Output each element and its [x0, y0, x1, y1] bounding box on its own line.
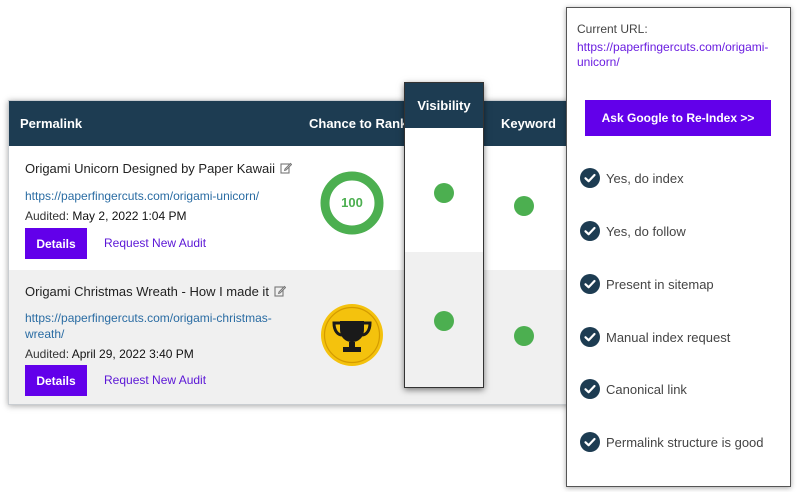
audited-info: Audited: May 2, 2022 1:04 PM: [25, 209, 186, 223]
visibility-status-dot: [434, 311, 454, 331]
check-circle-icon: [580, 379, 600, 399]
check-circle-icon: [580, 432, 600, 452]
audited-label: Audited:: [25, 347, 70, 361]
check-circle-icon: [580, 274, 600, 294]
check-label: Manual index request: [606, 330, 731, 345]
page-title: Origami Christmas Wreath - How I made it: [25, 284, 287, 300]
check-circle-icon: [580, 327, 600, 347]
visibility-cell: [405, 252, 483, 387]
current-url-link[interactable]: https://paperfingercuts.com/origami-unic…: [577, 40, 782, 70]
page-title: Origami Unicorn Designed by Paper Kawaii: [25, 161, 293, 177]
table-header: Permalink Chance to Rank Keyword: [9, 101, 592, 146]
check-label: Permalink structure is good: [606, 435, 764, 450]
permalink-url[interactable]: https://paperfingercuts.com/origami-chri…: [25, 310, 285, 342]
details-button[interactable]: Details: [25, 365, 87, 396]
edit-icon[interactable]: [274, 285, 287, 300]
column-header-chance-to-rank: Chance to Rank: [309, 116, 408, 131]
edit-icon[interactable]: [280, 162, 293, 177]
keyword-status-dot: [514, 326, 534, 346]
audited-label: Audited:: [25, 209, 70, 223]
check-circle-icon: [580, 168, 600, 188]
request-new-audit-link[interactable]: Request New Audit: [104, 236, 206, 250]
visibility-status-dot: [434, 183, 454, 203]
column-header-visibility: Visibility: [405, 83, 483, 128]
page-title-text: Origami Christmas Wreath - How I made it: [25, 284, 269, 299]
column-header-keyword: Keyword: [501, 116, 556, 131]
page-title-text: Origami Unicorn Designed by Paper Kawaii: [25, 161, 276, 176]
visibility-cell: [405, 128, 483, 252]
keyword-status-dot: [514, 196, 534, 216]
index-details-panel: Current URL: https://paperfingercuts.com…: [566, 7, 791, 487]
check-label: Yes, do index: [606, 171, 684, 186]
column-header-permalink: Permalink: [20, 116, 83, 131]
visibility-column: Visibility: [404, 82, 484, 388]
trophy-icon: [321, 304, 383, 366]
audit-table: Permalink Chance to Rank Keyword Origami…: [8, 100, 593, 405]
reindex-button[interactable]: Ask Google to Re-Index >>: [585, 100, 771, 136]
audited-date: May 2, 2022 1:04 PM: [72, 209, 187, 223]
chance-score: 100: [341, 195, 363, 210]
check-circle-icon: [580, 221, 600, 241]
details-button[interactable]: Details: [25, 228, 87, 259]
permalink-url[interactable]: https://paperfingercuts.com/origami-unic…: [25, 188, 259, 204]
current-url-label: Current URL:: [577, 22, 648, 36]
table-row: Origami Christmas Wreath - How I made it…: [9, 270, 592, 404]
request-new-audit-link[interactable]: Request New Audit: [104, 373, 206, 387]
audited-date: April 29, 2022 3:40 PM: [71, 347, 194, 361]
check-label: Present in sitemap: [606, 277, 714, 292]
check-label: Canonical link: [606, 382, 687, 397]
check-label: Yes, do follow: [606, 224, 686, 239]
table-row: Origami Unicorn Designed by Paper Kawaii…: [9, 146, 592, 270]
audited-info: Audited: April 29, 2022 3:40 PM: [25, 347, 194, 361]
